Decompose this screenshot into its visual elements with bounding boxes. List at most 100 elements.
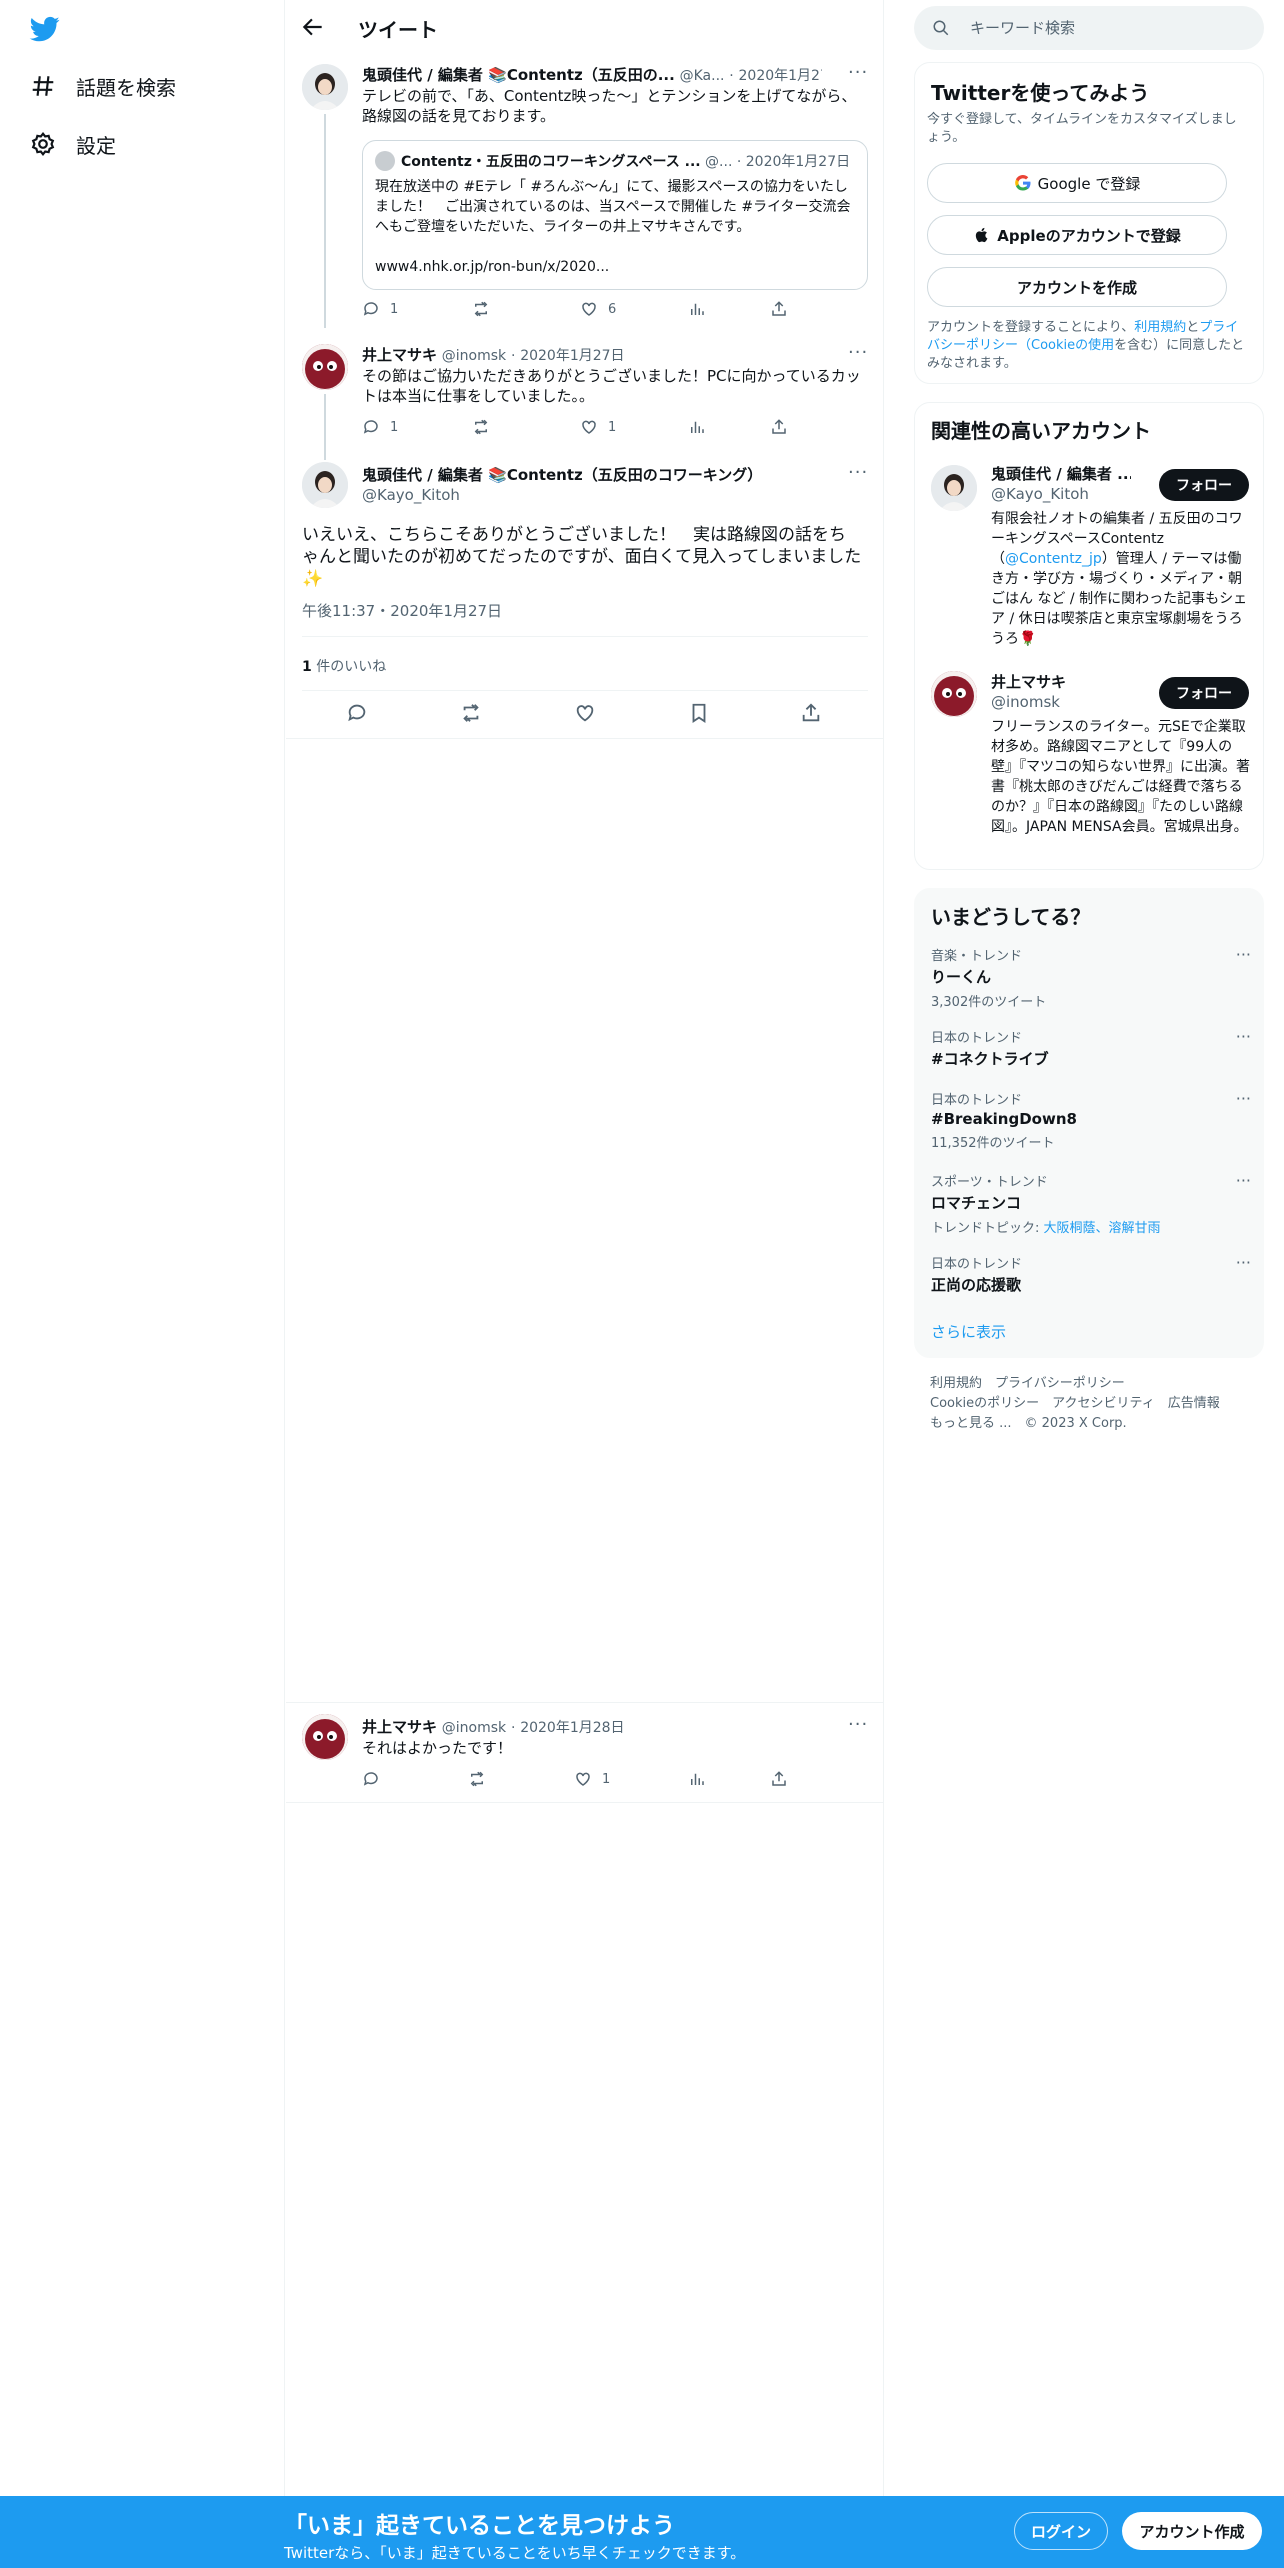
- apple-signup-button[interactable]: Appleのアカウントで登録: [927, 215, 1227, 255]
- login-button[interactable]: ログイン: [1014, 2512, 1108, 2550]
- more-options-icon[interactable]: ···: [1236, 1089, 1251, 1108]
- main-tweet-author-handle[interactable]: @Kayo_Kitoh: [362, 486, 460, 504]
- share-button[interactable]: [800, 702, 832, 724]
- analytics-icon: [691, 421, 704, 433]
- trend-item[interactable]: スポーツ・トレンド ロマチェンコ トレンドトピック: 大阪桐蔭、溶解甘雨 ···: [931, 1171, 1251, 1236]
- trend-topic-link[interactable]: 大阪桐蔭、溶解甘雨: [1044, 1221, 1161, 1236]
- bookmark-button[interactable]: [688, 702, 720, 724]
- bottom-bar-title: 「いま」起きていることを見つけよう: [284, 2513, 675, 2539]
- related-account-handle[interactable]: @Kayo_Kitoh: [991, 485, 1089, 503]
- like-count: 6: [608, 301, 617, 317]
- quote-tweet-card[interactable]: Contentz・五反田のコワーキングスペース ... @... · 2020年…: [362, 140, 868, 290]
- more-options-icon[interactable]: ···: [1236, 945, 1251, 964]
- trend-item[interactable]: 日本のトレンド 正尚の応援歌 ···: [931, 1253, 1251, 1295]
- google-signup-button[interactable]: Google で登録: [927, 163, 1227, 203]
- show-more-link[interactable]: さらに表示: [931, 1321, 1006, 1342]
- like-button[interactable]: [574, 702, 606, 724]
- apple-icon: [976, 227, 988, 243]
- like-button[interactable]: 6: [580, 300, 616, 318]
- tweet-date[interactable]: 2020年1月27日: [739, 68, 822, 84]
- more-options-icon[interactable]: ···: [1236, 1027, 1251, 1046]
- follow-button[interactable]: フォロー: [1159, 469, 1249, 501]
- related-account-name[interactable]: 井上マサキ: [991, 671, 1066, 692]
- tweet-text: その節はご協力いただきありがとうございました！PCに向かっているカットは本当に仕…: [362, 367, 861, 405]
- divider: [302, 690, 868, 691]
- tweet-author-name[interactable]: 井上マサキ: [362, 1718, 437, 1736]
- twitter-logo-icon[interactable]: [28, 14, 62, 44]
- signup-button[interactable]: アカウント作成: [1122, 2512, 1262, 2550]
- related-account-name[interactable]: 鬼頭佳代 / 編集者 ...: [991, 463, 1131, 484]
- tweet-author-handle[interactable]: @inomsk: [442, 1720, 506, 1736]
- related-account-handle[interactable]: @inomsk: [991, 693, 1060, 711]
- like-count: 1: [602, 1771, 611, 1787]
- trends-panel: いまどうしてる？ 音楽・トレンド りーくん 3,302件のツイート ··· 日本…: [914, 888, 1264, 1358]
- more-options-icon[interactable]: ···: [1236, 1253, 1251, 1272]
- nav-explore[interactable]: 話題を検索: [30, 66, 176, 106]
- create-account-label: アカウントを作成: [1016, 278, 1137, 297]
- avatar[interactable]: [302, 462, 348, 508]
- tweet-author-name[interactable]: 井上マサキ: [362, 346, 437, 364]
- footer-line[interactable]: Cookieのポリシー アクセシビリティ 広告情報: [930, 1394, 1220, 1414]
- quote-avatar: [375, 151, 395, 171]
- follow-button[interactable]: フォロー: [1159, 677, 1249, 709]
- more-options-icon[interactable]: ···: [848, 62, 868, 83]
- retweet-button[interactable]: [472, 300, 500, 318]
- more-options-icon[interactable]: ···: [848, 342, 868, 363]
- likes-summary[interactable]: 1 件のいいね: [302, 656, 386, 676]
- tweet-author-handle[interactable]: @inomsk: [442, 348, 506, 364]
- retweet-button[interactable]: [468, 1770, 496, 1788]
- terms-link[interactable]: 利用規約: [1134, 320, 1186, 335]
- avatar[interactable]: [302, 1714, 348, 1760]
- more-options-icon[interactable]: ···: [1236, 1171, 1251, 1190]
- tweet-text: テレビの前で、「あ、Contentz映った〜」とテンションを上げてながら、路線図…: [362, 87, 857, 125]
- quote-link[interactable]: www4.nhk.or.jp/ron-bun/x/2020...: [375, 257, 857, 277]
- analytics-button[interactable]: [688, 300, 716, 318]
- more-options-icon[interactable]: ···: [848, 1714, 868, 1735]
- retweet-button[interactable]: [472, 418, 500, 436]
- trend-item[interactable]: 音楽・トレンド りーくん 3,302件のツイート ···: [931, 945, 1251, 1010]
- create-account-button[interactable]: アカウントを作成: [927, 267, 1227, 307]
- share-button[interactable]: [770, 1770, 798, 1788]
- nav-settings[interactable]: 設定: [30, 124, 116, 164]
- search-input[interactable]: [970, 6, 1250, 50]
- tweet-author-handle[interactable]: @Ka...: [680, 68, 725, 84]
- tweet-date[interactable]: 2020年1月27日: [520, 348, 624, 364]
- reply-button[interactable]: 1: [362, 300, 398, 318]
- share-button[interactable]: [770, 300, 798, 318]
- retweet-button[interactable]: [460, 702, 492, 724]
- trend-item[interactable]: 日本のトレンド #BreakingDown8 11,352件のツイート ···: [931, 1089, 1251, 1151]
- reply-button[interactable]: 1: [362, 418, 398, 436]
- tweet-header: ツイート: [286, 0, 884, 54]
- share-icon: [772, 1771, 786, 1786]
- main-tweet-timestamp[interactable]: 午後11:37・2020年1月27日: [302, 600, 502, 621]
- reply-button[interactable]: [346, 702, 378, 724]
- analytics-button[interactable]: [688, 1770, 716, 1788]
- footer-line[interactable]: 利用規約 プライバシーポリシー: [930, 1374, 1220, 1394]
- like-button[interactable]: 1: [574, 1770, 610, 1788]
- like-button[interactable]: 1: [580, 418, 616, 436]
- search-box[interactable]: [914, 6, 1264, 50]
- reply-icon: [363, 302, 378, 316]
- analytics-button[interactable]: [688, 418, 716, 436]
- tweet-date[interactable]: 2020年1月28日: [520, 1720, 624, 1736]
- related-account-bio: フリーランスのライター。元SEで企業取材多め。路線図マニアとして『99人の壁』『…: [991, 719, 1250, 835]
- share-button[interactable]: [770, 418, 798, 436]
- trend-item[interactable]: 日本のトレンド #コネクトライブ ···: [931, 1027, 1251, 1069]
- avatar[interactable]: [302, 344, 348, 390]
- tweet-actions: 1: [362, 1770, 862, 1790]
- trends-title: いまどうしてる？: [931, 905, 1091, 929]
- main-tweet-text: いえいえ、こちらこそありがとうございました！ 実は路線図の話をちゃんと聞いたのが…: [302, 525, 862, 589]
- retweet-icon: [474, 419, 488, 435]
- avatar[interactable]: [931, 465, 977, 511]
- divider: [286, 738, 884, 739]
- tweet-author-name[interactable]: 鬼頭佳代 / 編集者 📚Contentz（五反田の...: [362, 66, 675, 84]
- more-options-icon[interactable]: ···: [848, 462, 868, 483]
- avatar[interactable]: [302, 64, 348, 110]
- footer-line[interactable]: もっと見る ... © 2023 X Corp.: [930, 1414, 1220, 1434]
- reply-button[interactable]: [362, 1770, 390, 1788]
- main-tweet-author-name[interactable]: 鬼頭佳代 / 編集者 📚Contentz（五反田のコワーキング）: [362, 464, 832, 485]
- bio-mention-link[interactable]: @Contentz_jp: [1005, 551, 1102, 567]
- back-arrow-icon[interactable]: [300, 14, 326, 40]
- bookmark-icon: [692, 703, 706, 723]
- avatar[interactable]: [931, 671, 977, 717]
